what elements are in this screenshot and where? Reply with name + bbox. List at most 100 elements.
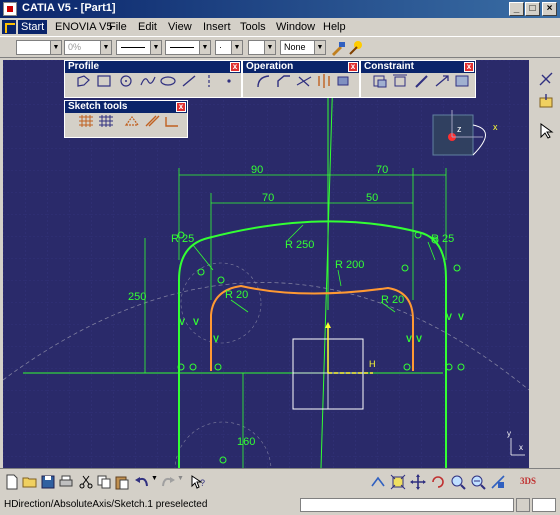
geometrical-constraints-icon[interactable] [143,113,161,129]
3ds-logo-icon: 3DS [520,476,536,486]
open-folder-icon[interactable] [22,474,38,490]
svg-text:3DS: 3DS [520,476,536,486]
constraint-dialog-icon[interactable] [371,73,389,89]
svg-text:250: 250 [128,291,146,303]
cut-icon[interactable] [78,474,94,490]
snap-to-point-icon[interactable] [97,113,115,129]
sketch-viewport[interactable]: 90 70 70 50 250 160 R 25 R 25 R 250 R 20… [3,60,529,468]
whats-this-icon[interactable]: ? [190,474,206,490]
svg-text:?: ? [200,478,205,488]
save-icon[interactable] [40,474,56,490]
animate-constraint-icon[interactable] [453,73,471,89]
status-bar: HDirection/AbsoluteAxis/Sketch.1 presele… [0,495,560,515]
h-axis-label: H [369,359,376,369]
menu-window[interactable]: Window [273,20,318,34]
constraint-icon[interactable] [391,73,409,89]
chamfer-icon[interactable] [275,73,293,89]
command-input[interactable] [300,498,514,512]
menu-start[interactable]: Start [18,20,48,34]
sketch-icon[interactable] [537,92,555,110]
paste-icon[interactable] [114,474,130,490]
svg-text:V: V [446,312,452,322]
menu-file[interactable]: File [106,20,130,34]
start-icon[interactable] [2,20,16,34]
project-3d-icon[interactable] [335,73,353,89]
svg-text:V: V [179,317,185,327]
circle-icon[interactable] [117,73,135,89]
right-toolbar [531,60,560,468]
corner-icon[interactable] [255,73,273,89]
rotate-icon[interactable] [430,474,446,490]
transparency-combo[interactable]: 0% ▼ [64,40,112,55]
maximize-button[interactable]: □ [525,2,540,16]
close-button[interactable]: × [542,2,557,16]
operation-toolbar-title: Operation x [243,61,359,73]
select-icon[interactable] [537,122,555,140]
sketch-tools-close-button[interactable]: x [176,102,186,112]
painter-icon[interactable] [330,40,346,56]
copy-icon[interactable] [96,474,112,490]
spline-icon[interactable] [139,73,157,89]
trim-icon[interactable] [295,73,313,89]
undo-icon[interactable] [134,474,150,490]
new-file-icon[interactable] [4,474,20,490]
ellipse-icon[interactable] [159,73,177,89]
sketch-tools-title: Sketch tools x [65,101,187,113]
graphic-properties-icon[interactable] [348,40,364,56]
sketch-tools-toolbar: Sketch tools x [64,100,188,138]
rendering-combo[interactable]: ▼ [248,40,276,55]
svg-text:z: z [457,124,462,134]
catia-app-icon[interactable] [3,2,17,16]
svg-text:90: 90 [251,164,263,176]
minimize-button[interactable]: _ [509,2,524,16]
menu-bar: Start ENOVIA V5 File Edit View Insert To… [0,18,560,36]
menu-view[interactable]: View [165,20,195,34]
grid-icon[interactable] [77,113,95,129]
line-thickness-combo[interactable]: ▼ [116,40,162,55]
fly-mode-icon[interactable] [370,474,386,490]
menu-insert[interactable]: Insert [200,20,234,34]
redo-icon[interactable] [160,474,176,490]
svg-text:V: V [416,334,422,344]
undo-dropdown-icon[interactable]: ▼ [151,475,158,482]
color-combo[interactable]: ▼ [16,40,62,55]
menu-edit[interactable]: Edit [135,20,160,34]
operation-close-button[interactable]: x [348,62,358,72]
svg-text:R 25: R 25 [171,233,194,245]
operation-toolbar: Operation x [242,60,360,98]
menu-help[interactable]: Help [320,20,349,34]
point-type-combo[interactable]: · ▼ [215,40,243,55]
fit-all-icon[interactable] [390,474,406,490]
rectangle-icon[interactable] [95,73,113,89]
normal-view-icon[interactable] [490,474,506,490]
fix-together-icon[interactable] [433,73,451,89]
command-button[interactable] [516,498,530,512]
menu-tools[interactable]: Tools [237,20,269,34]
constraint-toolbar-title: Constraint x [361,61,475,73]
axis-icon[interactable] [200,73,218,89]
zoom-out-icon[interactable] [470,474,486,490]
redo-dropdown-icon[interactable]: ▼ [177,475,184,482]
pan-icon[interactable] [410,474,426,490]
svg-text:R 200: R 200 [335,259,364,271]
svg-text:160: 160 [237,436,255,448]
profile-close-button[interactable]: x [230,62,240,72]
line-type-combo[interactable]: ▼ [165,40,211,55]
exit-workbench-icon[interactable] [537,70,555,88]
zoom-in-icon[interactable] [450,474,466,490]
layer-combo[interactable]: None ▼ [280,40,326,55]
contact-constraint-icon[interactable] [413,73,431,89]
svg-text:y: y [507,429,511,438]
status-message: HDirection/AbsoluteAxis/Sketch.1 presele… [4,499,208,510]
constraint-close-button[interactable]: x [464,62,474,72]
dimensional-constraints-icon[interactable] [163,113,181,129]
profile-icon[interactable] [75,73,93,89]
svg-text:V: V [213,334,219,344]
properties-toolbar: ▼ 0% ▼ ▼ ▼ · ▼ ▼ None ▼ [0,36,560,58]
construction-element-icon[interactable] [123,113,141,129]
print-icon[interactable] [58,474,74,490]
point-icon[interactable] [220,73,238,89]
mirror-icon[interactable] [315,73,333,89]
command-dropdown[interactable] [532,498,556,512]
line-icon[interactable] [180,73,198,89]
